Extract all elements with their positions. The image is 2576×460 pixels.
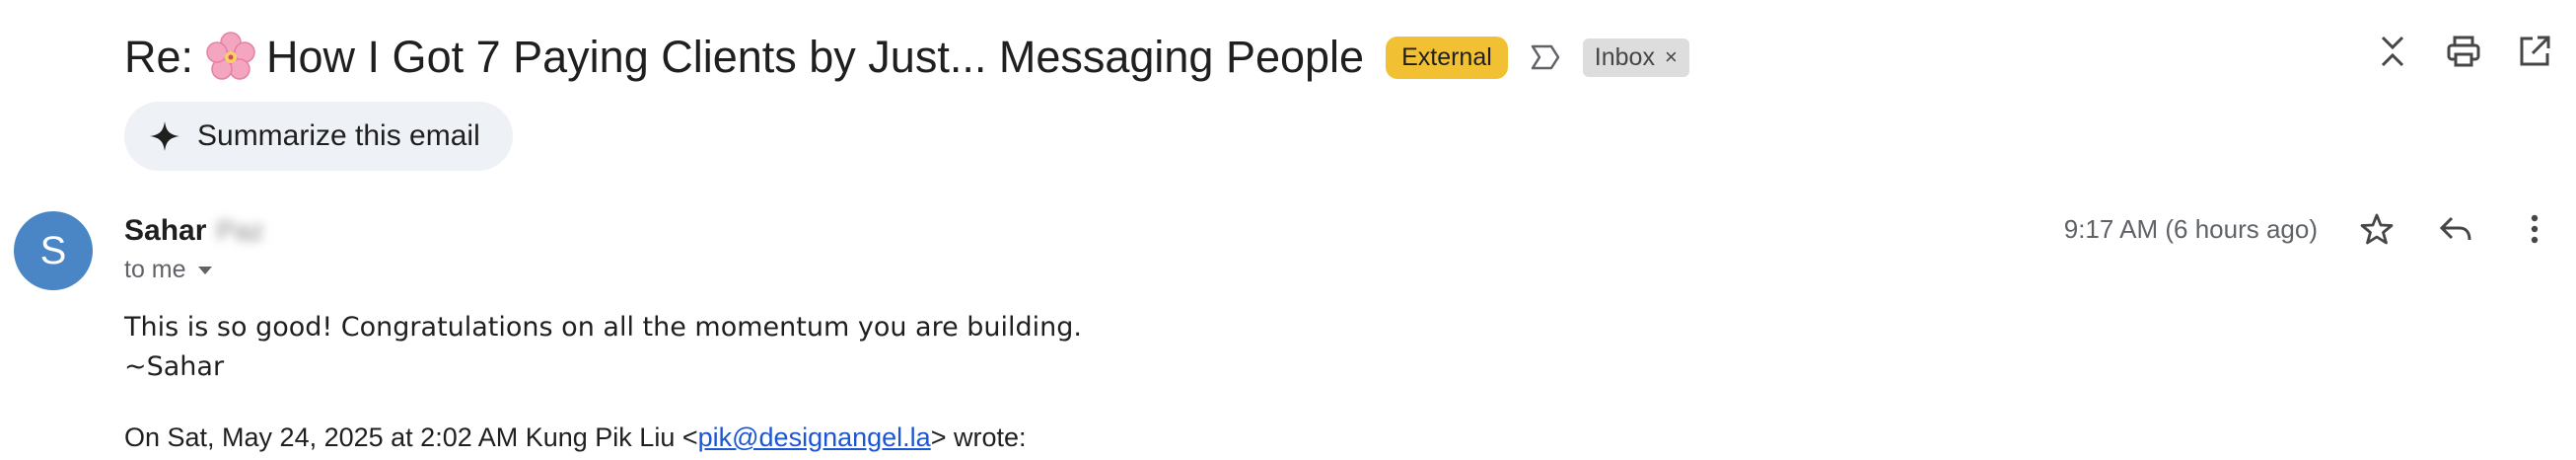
quote-prefix: On Sat, May 24, 2025 at 2:02 AM Kung Pik… bbox=[124, 422, 698, 452]
to-line-text: to me bbox=[124, 256, 186, 283]
message-actions bbox=[2357, 209, 2554, 249]
chevron-down-icon bbox=[197, 266, 212, 274]
body-line: ~Sahar bbox=[124, 351, 225, 382]
open-in-new-window-icon[interactable] bbox=[2515, 32, 2554, 71]
inbox-label-text: Inbox bbox=[1594, 42, 1655, 71]
inbox-label-chip: Inbox × bbox=[1582, 38, 1689, 77]
summarize-email-button[interactable]: Summarize this email bbox=[124, 102, 513, 171]
reply-icon[interactable] bbox=[2436, 209, 2475, 249]
email-view: Re: How I Got 7 Paying Clients by Just..… bbox=[0, 0, 2576, 460]
message-body: This is so good! Congratulations on all … bbox=[124, 308, 1082, 387]
quote-email-link[interactable]: pik@designangel.la bbox=[698, 422, 931, 452]
message-meta: 9:17 AM (6 hours ago) bbox=[2064, 209, 2554, 249]
important-marker-icon[interactable] bbox=[1530, 43, 1561, 71]
quote-attribution: On Sat, May 24, 2025 at 2:02 AM Kung Pik… bbox=[124, 422, 1026, 453]
subject-prefix: Re: bbox=[124, 32, 194, 82]
sender-surname-redacted: Paz bbox=[216, 215, 264, 246]
body-line: This is so good! Congratulations on all … bbox=[124, 312, 1083, 343]
sender-name[interactable]: Sahar bbox=[124, 214, 206, 248]
external-badge: External bbox=[1386, 36, 1508, 79]
sparkle-icon bbox=[150, 121, 179, 151]
email-subject: Re: How I Got 7 Paying Clients by Just..… bbox=[124, 32, 1364, 83]
remove-label-icon[interactable]: × bbox=[1665, 44, 1678, 70]
recipients-toggle[interactable]: to me bbox=[124, 256, 214, 284]
thread-toolbar bbox=[2373, 32, 2576, 71]
sender-line: Sahar Paz bbox=[124, 211, 264, 251]
subject-text: How I Got 7 Paying Clients by Just... Me… bbox=[266, 32, 1365, 82]
print-icon[interactable] bbox=[2444, 32, 2483, 71]
more-vert-icon[interactable] bbox=[2515, 209, 2554, 249]
cherry-blossom-icon bbox=[206, 32, 255, 80]
subject-row: Re: How I Got 7 Paying Clients by Just..… bbox=[124, 22, 1689, 93]
summarize-label: Summarize this email bbox=[197, 119, 480, 152]
avatar[interactable]: S bbox=[14, 211, 93, 290]
collapse-icon[interactable] bbox=[2373, 32, 2412, 71]
message-timestamp: 9:17 AM (6 hours ago) bbox=[2063, 213, 2318, 244]
star-icon[interactable] bbox=[2357, 209, 2397, 249]
quote-suffix: > wrote: bbox=[930, 422, 1027, 452]
